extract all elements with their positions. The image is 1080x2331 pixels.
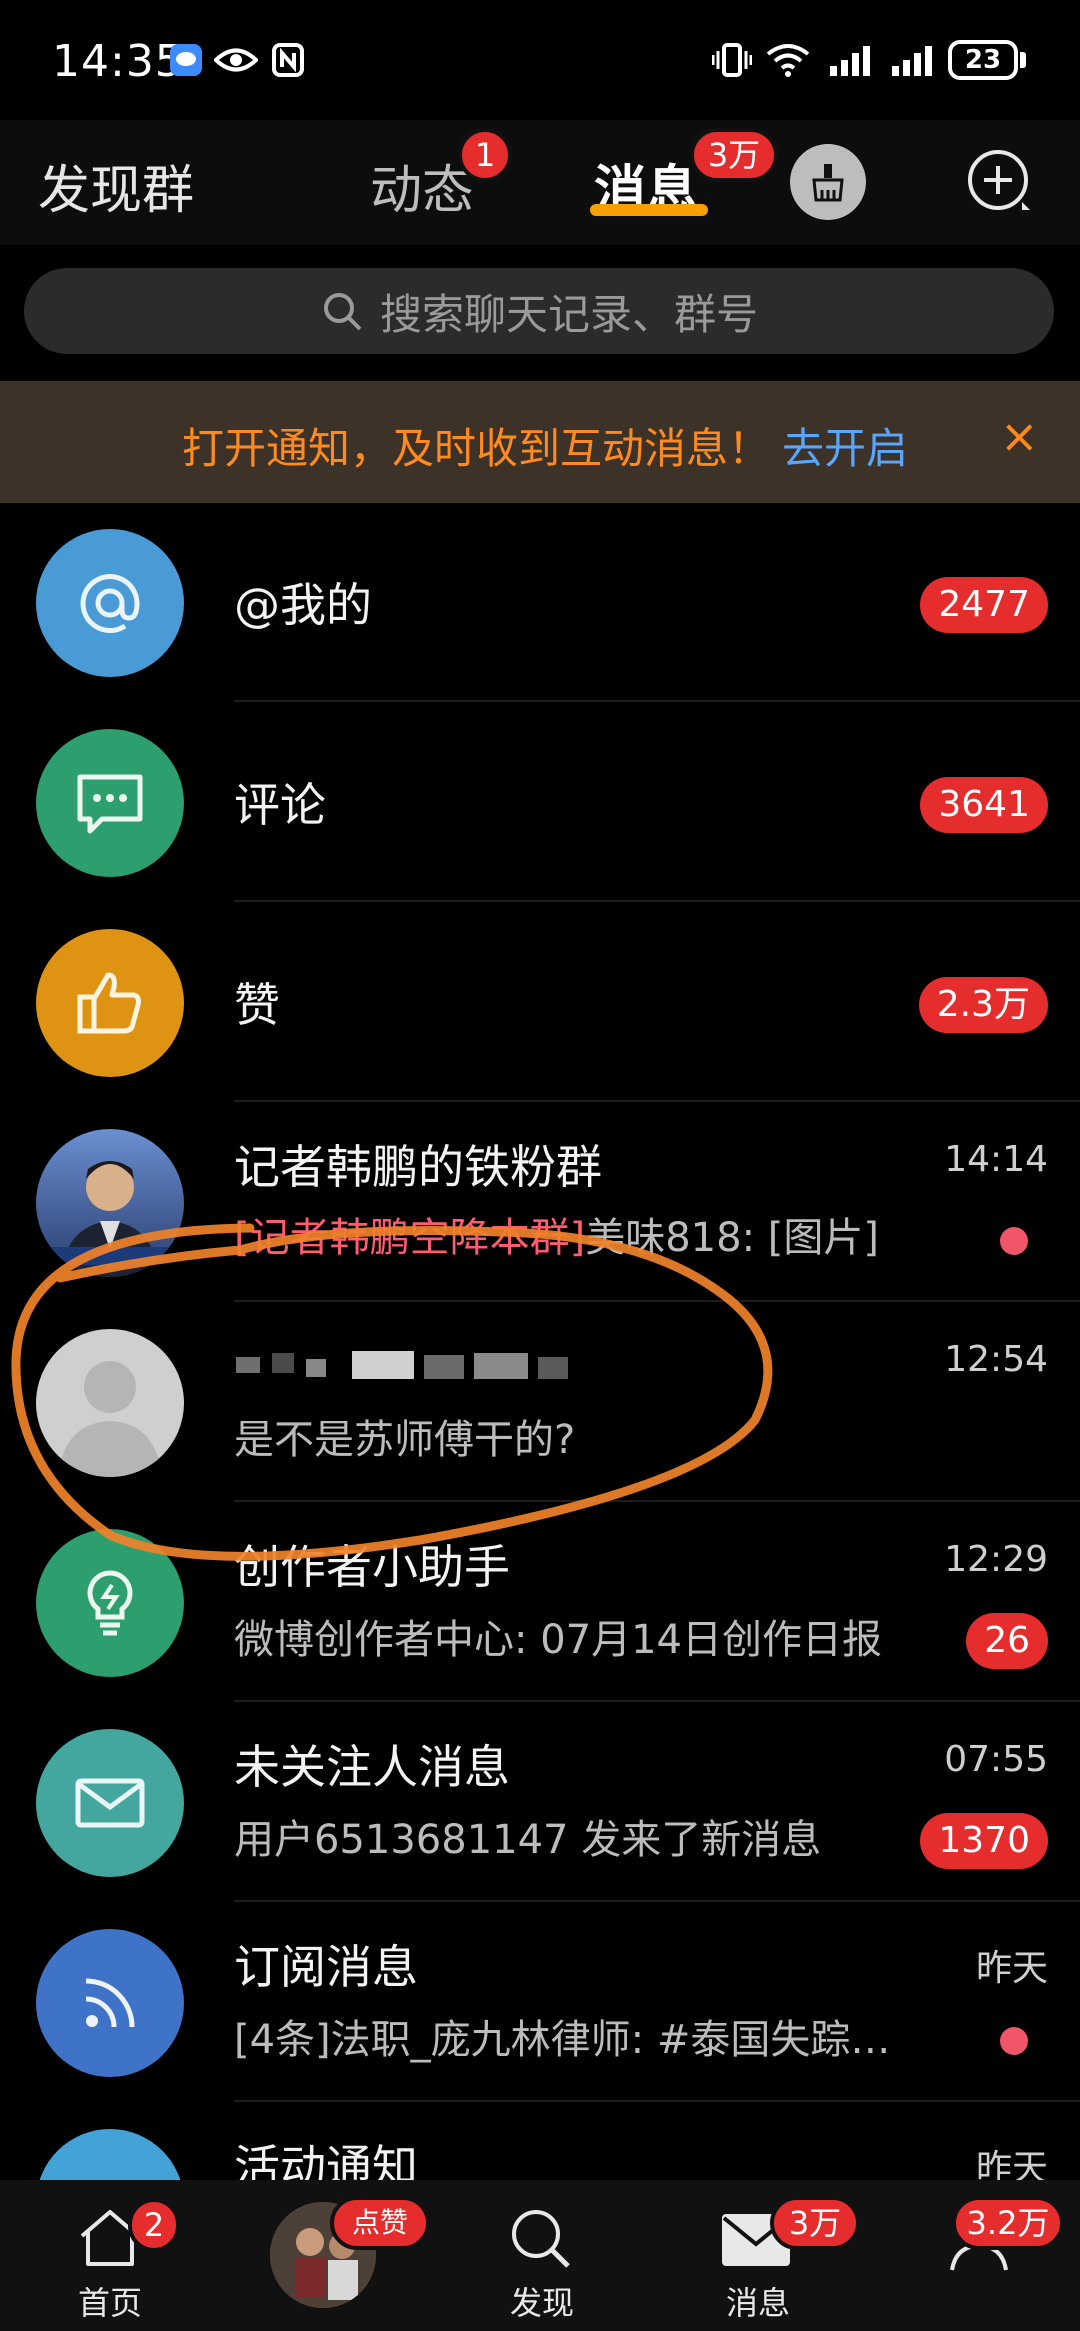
item-title: 创作者小助手 xyxy=(234,1540,510,1594)
item-time: 昨天 xyxy=(975,1948,1048,1989)
clean-brush-button[interactable] xyxy=(790,144,866,220)
battery-tip xyxy=(1020,52,1026,68)
item-title: @我的 xyxy=(234,578,372,632)
notice-text: 打开通知，及时收到互动消息！ xyxy=(182,424,771,473)
close-icon[interactable]: × xyxy=(1000,409,1039,463)
home-badge: 2 xyxy=(128,2198,180,2252)
thumbs-up-icon xyxy=(36,929,184,1077)
signal-icon xyxy=(828,40,876,80)
list-item-comments[interactable]: 评论 3641 xyxy=(0,703,1080,903)
divider xyxy=(234,2100,1080,2102)
bottom-nav: 首页 2 点赞 发现 消息 3万 3.2万 xyxy=(0,2180,1080,2331)
divider xyxy=(234,1500,1080,1502)
item-title: 记者韩鹏的铁粉群 xyxy=(234,1140,602,1194)
item-time: 12:29 xyxy=(944,1539,1048,1580)
group-avatar xyxy=(36,1129,184,1277)
redacted-name xyxy=(236,1347,576,1383)
wifi-icon xyxy=(764,40,812,80)
list-item-stranger-messages[interactable]: 未关注人消息 07:55 用户6513681147 发来了新消息 1370 xyxy=(0,1703,1080,1903)
eye-icon xyxy=(214,40,258,80)
unread-count: 26 xyxy=(966,1613,1048,1669)
item-title: 未关注人消息 xyxy=(234,1740,510,1794)
unread-count: 2477 xyxy=(920,577,1048,633)
list-item-creator-assistant[interactable]: 创作者小助手 12:29 微博创作者中心: 07月14日创作日报 26 xyxy=(0,1503,1080,1703)
nav-label: 发现 xyxy=(510,2284,575,2322)
list-item-private-chat[interactable]: 12:54 是不是苏师傅干的? xyxy=(0,1303,1080,1503)
status-time: 14:35 xyxy=(52,36,184,87)
messages-nav-badge: 3万 xyxy=(770,2196,860,2250)
unread-count: 3641 xyxy=(920,777,1048,833)
divider xyxy=(234,700,1080,702)
battery-level: 23 xyxy=(964,45,1002,75)
envelope-icon xyxy=(36,1729,184,1877)
vibrate-icon xyxy=(712,40,752,80)
battery-indicator: 23 xyxy=(948,40,1018,80)
list-item-subscriptions[interactable]: 订阅消息 昨天 [4条]法职_庞九林律师: #泰国失踪… xyxy=(0,1903,1080,2103)
unread-count: 2.3万 xyxy=(918,977,1048,1033)
nav-discover[interactable]: 发现 xyxy=(490,2202,590,2322)
unread-dot xyxy=(1000,1227,1028,1255)
list-item-group-chat[interactable]: 记者韩鹏的铁粉群 14:14 [记者韩鹏空降本群]美味818: [图片] xyxy=(0,1103,1080,1303)
item-subtitle: 用户6513681147 发来了新消息 xyxy=(234,1817,822,1863)
add-button[interactable] xyxy=(960,142,1040,222)
brush-icon xyxy=(812,164,844,202)
list-item-activity-notices[interactable]: 活动通知 昨天 xyxy=(0,2103,1080,2180)
item-time: 07:55 xyxy=(944,1739,1048,1780)
divider xyxy=(234,900,1080,902)
unread-dot xyxy=(1000,2027,1028,2055)
active-tab-indicator xyxy=(590,204,708,216)
notification-banner: 打开通知，及时收到互动消息！ 去开启 × xyxy=(0,381,1080,503)
search-bar[interactable]: 搜索聊天记录、群号 xyxy=(24,268,1054,354)
subtitle-highlight: [记者韩鹏空降本群] xyxy=(234,1215,586,1261)
item-title: 赞 xyxy=(234,978,280,1032)
item-title: 评论 xyxy=(234,778,326,832)
nav-label: 消息 xyxy=(726,2284,791,2322)
signal-icon-2 xyxy=(890,40,938,80)
messages-badge: 3万 xyxy=(690,128,778,182)
top-header: 发现群 动态 1 消息 3万 xyxy=(0,120,1080,245)
divider xyxy=(234,1100,1080,1102)
item-title: 活动通知 xyxy=(234,2140,418,2180)
subtitle-text: 美味818: [图片] xyxy=(585,1215,879,1261)
profile-badge: 3.2万 xyxy=(952,2196,1064,2250)
search-icon xyxy=(323,293,362,331)
item-time: 14:14 xyxy=(944,1139,1048,1180)
item-subtitle: 是不是苏师傅干的? xyxy=(234,1417,576,1463)
enable-notifications-link[interactable]: 去开启 xyxy=(782,415,908,476)
plus-circle-icon xyxy=(968,150,1030,210)
divider xyxy=(234,1300,1080,1302)
at-icon xyxy=(36,529,184,677)
divider xyxy=(234,1700,1080,1702)
lightbulb-icon xyxy=(36,1529,184,1677)
divider xyxy=(234,1900,1080,1902)
list-item-mentions[interactable]: @我的 2477 xyxy=(0,503,1080,703)
search-icon xyxy=(512,2210,570,2268)
default-avatar-icon xyxy=(36,1329,184,1477)
list-item-likes[interactable]: 赞 2.3万 xyxy=(0,903,1080,1103)
item-title: 订阅消息 xyxy=(234,1940,418,1994)
item-subtitle: 微博创作者中心: 07月14日创作日报 xyxy=(234,1617,882,1663)
item-subtitle: [记者韩鹏空降本群]美味818: [图片] xyxy=(234,1205,879,1263)
nav-label: 首页 xyxy=(78,2284,143,2322)
item-subtitle: [4条]法职_庞九林律师: #泰国失踪… xyxy=(234,2017,891,2063)
item-time: 12:54 xyxy=(944,1339,1048,1380)
status-bar: 14:35 23 xyxy=(0,0,1080,120)
unread-count: 1370 xyxy=(920,1813,1048,1869)
activity-icon xyxy=(36,2129,184,2180)
nfc-icon xyxy=(270,40,306,80)
search-placeholder: 搜索聊天记录、群号 xyxy=(379,289,758,339)
comment-icon xyxy=(36,729,184,877)
feed-badge: 1 xyxy=(458,128,512,182)
rss-icon xyxy=(36,1929,184,2077)
like-badge: 点赞 xyxy=(330,2196,430,2250)
tab-discover-groups[interactable]: 发现群 xyxy=(38,148,194,223)
message-notification-icon xyxy=(168,40,204,80)
item-time: 昨天 xyxy=(975,2148,1048,2180)
